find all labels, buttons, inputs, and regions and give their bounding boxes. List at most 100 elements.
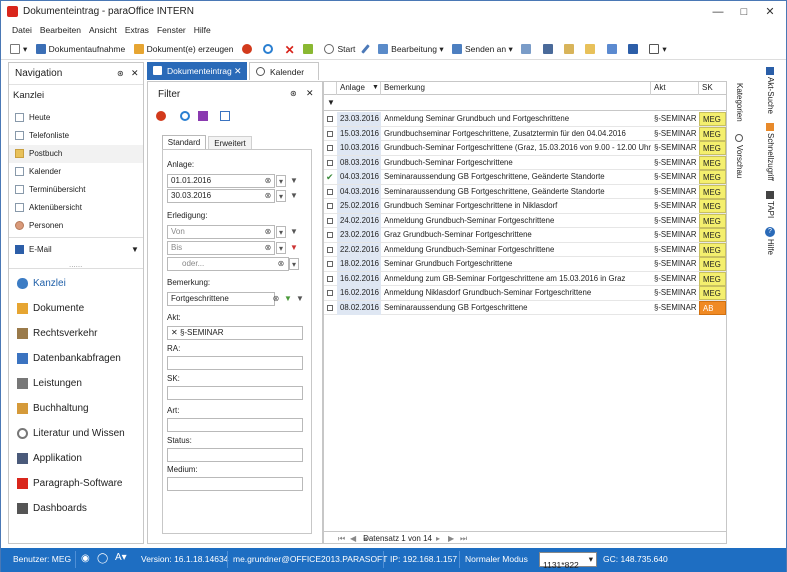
akt-field[interactable]: ✕ §-SEMINAR <box>167 326 303 340</box>
clear-icon[interactable]: ⊗ <box>263 190 273 202</box>
new-document-button[interactable]: ▾ <box>7 39 30 59</box>
table-row[interactable]: 24.02.2016 Anmeldung Grundbuch-Seminar Fo… <box>324 213 726 228</box>
kategorien-tab[interactable]: Kategorien <box>735 83 744 122</box>
table-row[interactable]: 23.02.2016 Graz Grundbuch-Seminar Fortges… <box>324 228 726 243</box>
hilfe-tab[interactable]: Hilfe <box>766 239 775 255</box>
oder-field[interactable]: oder... <box>167 257 289 271</box>
filter-funnel-icon[interactable]: ▼ <box>289 226 299 238</box>
column-header-akt[interactable]: Akt <box>651 82 699 95</box>
archive-button[interactable] <box>604 39 623 59</box>
edit-pen-button[interactable] <box>360 39 373 59</box>
last-page-icon[interactable]: ⏭ <box>460 534 467 544</box>
dropdown-icon[interactable]: ▾ <box>276 242 286 254</box>
table-row[interactable]: 16.02.2016 Anmeldung Niklasdorf Grundbuch… <box>324 286 726 301</box>
clear-icon[interactable]: ⊗ <box>263 242 273 254</box>
status-field[interactable] <box>167 448 303 462</box>
table-row[interactable]: 16.02.2016 Anmeldung zum GB-Seminar Fortg… <box>324 271 726 286</box>
row-checkbox[interactable] <box>327 130 333 137</box>
close-icon[interactable]: ✕ <box>306 88 314 99</box>
nav-item-aktenuebersicht[interactable]: Aktenübersicht <box>9 199 143 217</box>
vorschau-tab[interactable]: Vorschau <box>735 145 744 178</box>
column-header-bemerkung[interactable]: Bemerkung <box>381 82 651 95</box>
row-checkbox[interactable] <box>327 232 333 238</box>
dropdown-icon[interactable]: ▾ <box>289 258 299 270</box>
bug-button[interactable] <box>239 39 258 59</box>
chevron-down-icon[interactable]: ▼ <box>131 245 139 254</box>
export-icon[interactable] <box>220 111 230 121</box>
clear-icon[interactable]: ⊗ <box>271 293 281 305</box>
module-applikation[interactable]: Applikation <box>9 446 143 471</box>
clear-icon[interactable]: ⊗ <box>263 226 273 238</box>
dropdown-icon[interactable]: ▾ <box>276 190 286 202</box>
table-row[interactable]: 08.02.2016 Seminaraussendung GB Fortgesch… <box>324 300 726 315</box>
next-icon[interactable]: ▸ <box>436 534 440 543</box>
row-checkbox[interactable] <box>327 203 333 209</box>
filter-funnel-icon[interactable]: ▼ <box>289 190 299 202</box>
folder-button[interactable] <box>582 39 601 59</box>
bis-field[interactable]: Bis <box>167 241 275 255</box>
filter-funnel-icon[interactable]: ▼ <box>289 242 299 254</box>
clear-icon[interactable]: ⊗ <box>263 175 273 187</box>
close-button[interactable]: ✕ <box>757 4 783 20</box>
table-row[interactable]: 04.03.2016 Seminaraussendung GB Fortgesch… <box>324 184 726 199</box>
table-row[interactable]: 22.02.2016 Anmeldung Grundbuch-Seminar Fo… <box>324 242 726 257</box>
medium-field[interactable] <box>167 477 303 491</box>
column-header-anlage[interactable]: Anlage ▼ <box>337 82 381 95</box>
bemerkung-field[interactable]: Fortgeschrittene <box>167 292 275 306</box>
menu-fenster[interactable]: Fenster <box>153 23 190 38</box>
nav-item-email[interactable]: E-Mail <box>9 241 143 259</box>
nav-item-postbuch[interactable]: Postbuch <box>9 145 143 163</box>
nav-item-heute[interactable]: Heute <box>9 109 143 127</box>
filter-funnel-icon[interactable]: ▼ <box>295 293 305 305</box>
menu-ansicht[interactable]: Ansicht <box>85 23 121 38</box>
module-dokumente[interactable]: Dokumente <box>9 296 143 321</box>
eye-icon[interactable]: ◉ <box>81 553 90 564</box>
filter-green-icon[interactable]: ▼ <box>283 293 293 305</box>
dropdown-icon[interactable]: ▾ <box>276 175 286 187</box>
module-dashboards[interactable]: Dashboards <box>9 496 143 521</box>
prev-page-icon[interactable]: ◀ <box>350 534 356 543</box>
tab-dokumenteintrag[interactable]: Dokumenteintrag ✕ <box>147 62 247 80</box>
header-select[interactable] <box>324 82 337 95</box>
menu-extras[interactable]: Extras <box>121 23 153 38</box>
close-tab-icon[interactable]: ✕ <box>234 62 242 80</box>
dropdown-icon[interactable]: ▾ <box>276 226 286 238</box>
window-layout-button[interactable]: ▾ <box>646 39 669 59</box>
table-row[interactable]: 10.03.2016 Grundbuch-Seminar Fortgeschrit… <box>324 141 726 156</box>
schnellzugriff-tab[interactable]: Schnellzugriff <box>766 133 775 181</box>
row-checkbox[interactable] <box>327 217 333 224</box>
table-row[interactable]: 08.03.2016 Grundbuch-Seminar Fortgeschrit… <box>324 155 726 170</box>
clear-icon[interactable]: ⊗ <box>276 258 286 270</box>
row-checkbox[interactable] <box>327 304 333 311</box>
stop-button[interactable] <box>300 39 319 59</box>
save-icon[interactable] <box>198 111 208 121</box>
ra-field[interactable] <box>167 356 303 370</box>
close-icon[interactable]: ✕ <box>131 68 139 79</box>
module-paragraph-software[interactable]: Paragraph-Software <box>9 471 143 496</box>
table-row[interactable]: 18.02.2016 Seminar Grundbuch Fortgeschrit… <box>324 257 726 272</box>
refresh-button[interactable] <box>260 39 279 59</box>
pin-icon[interactable]: ⊛ <box>290 89 297 98</box>
pin-icon[interactable]: ⊛ <box>117 69 124 78</box>
start-button[interactable]: Start <box>321 39 358 59</box>
nav-item-telefonliste[interactable]: Telefonliste <box>9 127 143 145</box>
module-rechtsverkehr[interactable]: Rechtsverkehr <box>9 321 143 346</box>
menu-datei[interactable]: Datei <box>8 23 36 38</box>
checkmark-icon[interactable]: ✔ <box>326 170 334 184</box>
sk-field[interactable] <box>167 386 303 400</box>
module-literatur-und-wissen[interactable]: Literatur und Wissen <box>9 421 143 446</box>
art-field[interactable] <box>167 418 303 432</box>
dokumentaufnahme-button[interactable]: Dokumentaufnahme <box>33 39 129 59</box>
row-checkbox[interactable] <box>327 188 333 195</box>
von-field[interactable]: Von <box>167 225 275 239</box>
bearbeitung-button[interactable]: Bearbeitung ▾ <box>375 39 446 59</box>
akt-suche-tab[interactable]: Akt-Suche <box>766 77 775 114</box>
visibility-icon[interactable]: ◯ <box>97 553 108 564</box>
module-datenbankabfragen[interactable]: Datenbankabfragen <box>9 346 143 371</box>
anlage-from-field[interactable]: 01.01.2016 <box>167 174 275 188</box>
remove-token-icon[interactable]: ✕ <box>171 328 180 337</box>
maximize-button[interactable]: □ <box>731 4 757 20</box>
anlage-to-field[interactable]: 30.03.2016 <box>167 189 275 203</box>
minimize-button[interactable]: — <box>705 4 731 20</box>
table-row[interactable]: 25.02.2016 Grundbuch Seminar Fortgeschrit… <box>324 199 726 214</box>
